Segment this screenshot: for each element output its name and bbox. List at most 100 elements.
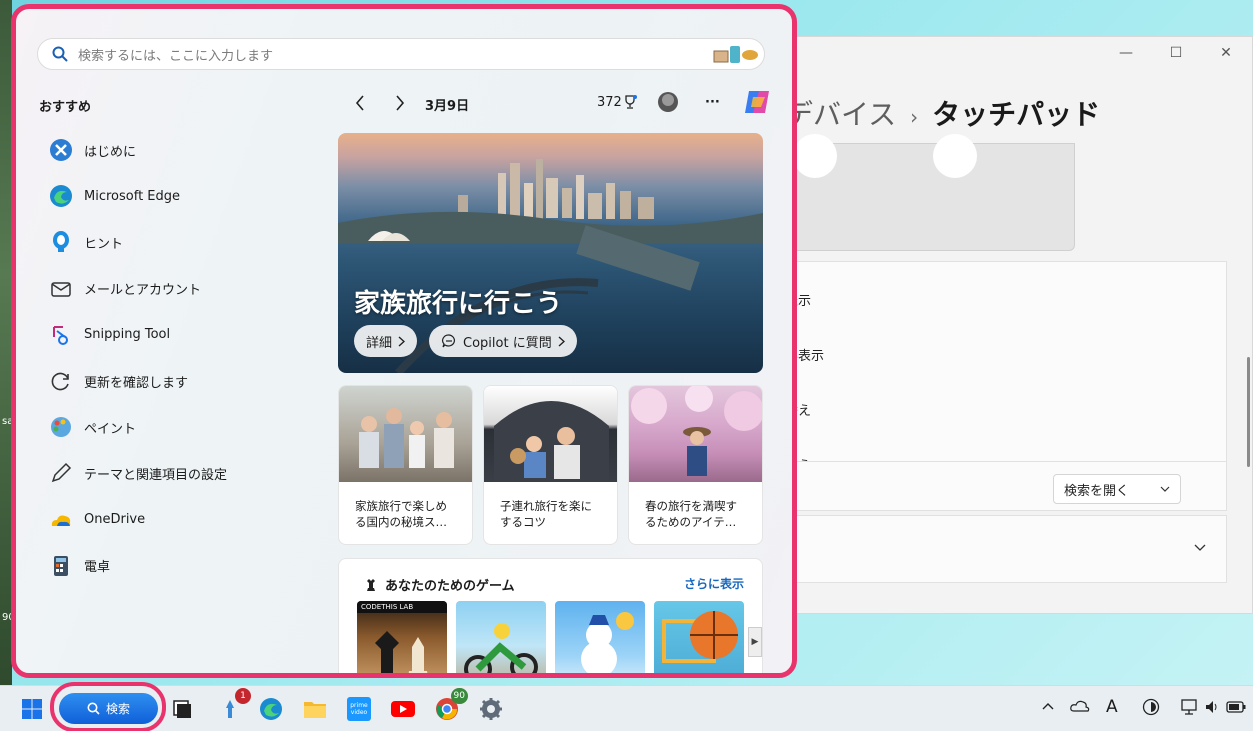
chevron-right-icon[interactable]: [395, 95, 405, 111]
breadcrumb-parent[interactable]: デバイス: [785, 98, 896, 131]
scrollbar[interactable]: [1247, 357, 1250, 467]
games-title-row: あなたのためのゲーム: [363, 575, 515, 594]
widgets-date: 3月9日: [425, 99, 470, 114]
app-label: ペイント: [84, 421, 137, 437]
app-label: はじめに: [84, 144, 137, 160]
news-card[interactable]: 家族旅行で楽しめる国内の秘境ス…: [338, 385, 473, 545]
app-label: Snipping Tool: [84, 327, 171, 343]
window-controls: — ☐ ✕: [1118, 45, 1234, 61]
family-photo: [339, 386, 472, 482]
card-text: 家族旅行で楽しめる国内の秘境ス…: [355, 499, 447, 529]
open-search-label: 検索を開く: [1064, 483, 1130, 499]
get-started-icon: [48, 137, 74, 163]
app-item-theme-settings[interactable]: テーマと関連項目の設定: [48, 450, 308, 496]
edge-icon: [48, 183, 74, 209]
battery-icon[interactable]: [1226, 701, 1246, 713]
chevron-right-icon: ›: [910, 105, 919, 129]
taskbar-app-edge[interactable]: [256, 694, 286, 724]
windows-icon: [22, 699, 42, 719]
settings-row-search: 検索を開く: [771, 461, 1227, 511]
details-label: 詳細: [366, 335, 393, 351]
taskbar-app-tips[interactable]: 1: [215, 688, 251, 724]
chat-bubble-icon: [442, 334, 455, 348]
game-tile-motocross[interactable]: [456, 601, 546, 673]
trophy-icon[interactable]: [623, 94, 637, 110]
app-item-snipping-tool[interactable]: Snipping Tool: [48, 312, 308, 358]
snipping-tool-icon: [48, 322, 74, 348]
notification-badge: 90: [450, 688, 468, 704]
settings-expander[interactable]: [771, 515, 1227, 583]
hero-card[interactable]: 家族旅行に行こう 詳細 Copilot に質問: [338, 133, 763, 373]
app-item-update[interactable]: 更新を確認します: [48, 358, 308, 404]
start-panel: 検索するには、ここに入力します おすすめ はじめに Microsoft Edge…: [11, 4, 797, 678]
hero-title: 家族旅行に行こう: [354, 289, 563, 319]
app-item-tips[interactable]: ヒント: [48, 219, 308, 265]
game-tile-chess[interactable]: CODETHIS LAB: [357, 601, 447, 673]
taskbar-app-explorer[interactable]: [300, 694, 330, 724]
app-label: テーマと関連項目の設定: [84, 467, 228, 483]
app-item-calculator[interactable]: 電卓: [48, 543, 308, 589]
app-item-edge[interactable]: Microsoft Edge: [48, 173, 308, 219]
app-list: はじめに Microsoft Edge ヒント メールとアカウント Snippi…: [48, 127, 308, 589]
touchpad-preview: [771, 134, 1075, 251]
preview-dot: [933, 134, 977, 178]
taskbar-app-settings[interactable]: [476, 694, 506, 724]
app-item-onedrive[interactable]: OneDrive: [48, 497, 308, 543]
taskbar-search-button[interactable]: 検索: [59, 693, 158, 724]
copilot-ask-button[interactable]: Copilot に質問: [429, 325, 577, 357]
close-button[interactable]: ✕: [1218, 45, 1234, 61]
news-card[interactable]: 春の旅行を満喫するためのアイテ…: [628, 385, 763, 545]
taskbar-app-chrome[interactable]: 90: [432, 688, 468, 724]
app-label: 更新を確認します: [84, 375, 189, 391]
details-button[interactable]: 詳細: [354, 325, 418, 357]
cloud-icon[interactable]: [1070, 699, 1090, 713]
copilot-icon[interactable]: [741, 87, 773, 117]
notification-badge: 1: [235, 688, 251, 704]
ime-indicator[interactable]: A: [1106, 697, 1118, 717]
minimize-button[interactable]: —: [1118, 45, 1134, 61]
app-item-paint[interactable]: ペイント: [48, 404, 308, 450]
app-item-mail[interactable]: メールとアカウント: [48, 266, 308, 312]
avatar[interactable]: [657, 91, 679, 113]
breadcrumb-current: タッチパッド: [932, 98, 1101, 131]
preview-dot: [793, 134, 837, 178]
app-item-get-started[interactable]: はじめに: [48, 127, 308, 173]
chevron-left-icon[interactable]: [355, 95, 365, 111]
onedrive-icon: [48, 507, 74, 533]
games-widget: あなたのためのゲーム さらに表示 CODETHIS LAB ▶: [338, 558, 763, 673]
open-search-dropdown[interactable]: 検索を開く: [1053, 474, 1181, 504]
games-see-more-link[interactable]: さらに表示: [684, 575, 744, 592]
youtube-icon: [391, 701, 415, 717]
taskbar: 検索 1 prime video 90 A: [0, 682, 1253, 731]
widgets-header: 3月9日 372 ···: [349, 91, 769, 117]
page-title: デバイス › タッチパッド: [785, 93, 1100, 133]
folder-icon: [304, 702, 326, 718]
game-tile-basketball[interactable]: [654, 601, 744, 673]
recommended-title: おすすめ: [39, 100, 92, 115]
app-label: 電卓: [84, 560, 111, 576]
more-options-icon[interactable]: ···: [705, 95, 720, 110]
maximize-button[interactable]: ☐: [1168, 45, 1184, 61]
game-tile-label: CODETHIS LAB: [357, 601, 447, 613]
game-tile-snowman[interactable]: [555, 601, 645, 673]
task-view-button[interactable]: [167, 694, 197, 724]
search-input[interactable]: 検索するには、ここに入力します: [37, 38, 765, 70]
chess-icon: [367, 578, 375, 591]
focus-icon[interactable]: [1142, 698, 1160, 716]
volume-icon[interactable]: [1204, 699, 1220, 715]
task-view-icon: [173, 700, 191, 718]
mail-icon: [48, 276, 74, 302]
games-next-button[interactable]: ▶: [748, 627, 762, 657]
update-icon: [48, 368, 74, 394]
network-icon[interactable]: [1180, 698, 1200, 716]
news-card[interactable]: 子連れ旅行を楽にするコツ: [483, 385, 618, 545]
copilot-ask-label: Copilot に質問: [463, 335, 552, 351]
chevron-up-icon[interactable]: [1042, 702, 1054, 710]
paint-icon: [48, 414, 74, 440]
taskbar-app-prime-video[interactable]: prime video: [344, 694, 374, 724]
pen-icon: [48, 460, 74, 486]
start-button[interactable]: [17, 694, 47, 724]
cherry-blossom-photo: [629, 386, 762, 482]
rewards-points[interactable]: 372: [597, 95, 622, 110]
taskbar-app-youtube[interactable]: [388, 694, 418, 724]
